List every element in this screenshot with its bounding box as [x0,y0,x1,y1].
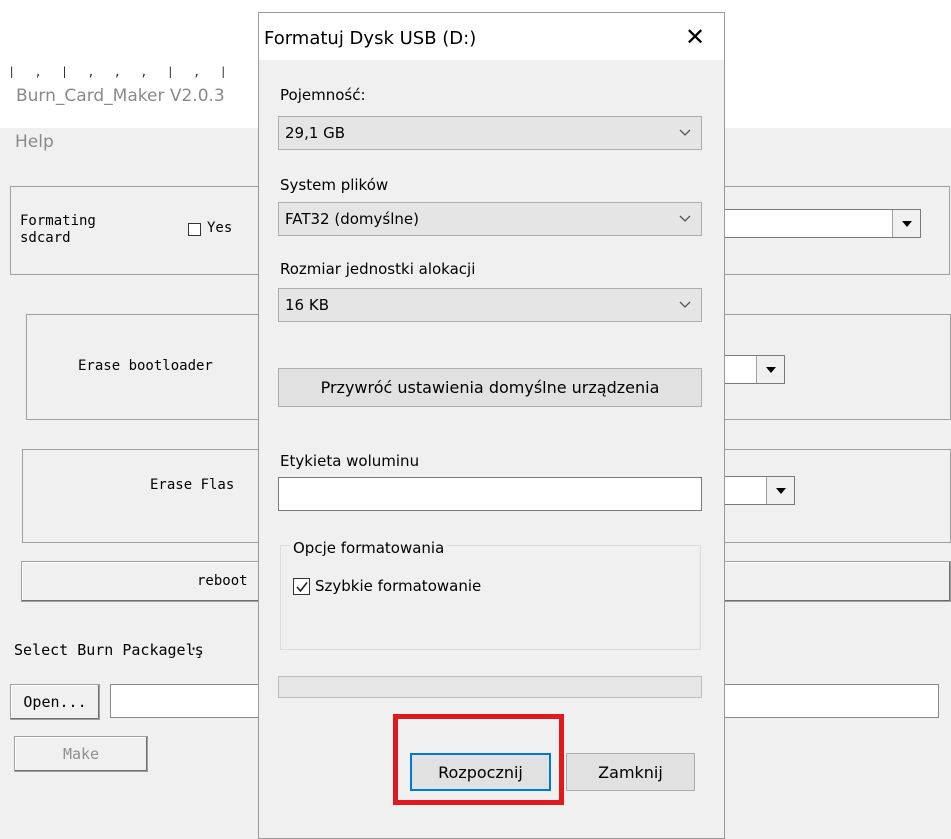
erase-flash-dropdown[interactable] [718,476,795,505]
close-icon[interactable]: ✕ [674,22,716,52]
chevron-down-icon[interactable] [892,210,920,237]
chevron-down-icon [679,129,691,136]
filesystem-value: FAT32 (domyślne) [285,210,419,228]
format-dialog: Formatuj Dysk USB (D:) ✕ Pojemność: 29,1… [258,12,725,839]
format-progress-bar [278,676,702,698]
allocation-value: 16 KB [285,296,329,314]
start-button[interactable]: Rozpocznij [410,753,551,791]
chevron-down-icon [679,215,691,222]
capacity-value: 29,1 GB [285,124,346,142]
close-button[interactable]: Zamknij [566,753,695,791]
chevron-down-icon[interactable] [756,356,784,383]
select-package-label: Select Burn Packageŀş [14,641,204,659]
chevron-down-icon [679,301,691,308]
format-options-legend: Opcje formatowania [290,539,448,557]
allocation-label: Rozmiar jednostki alokacji [280,260,476,278]
chevron-down-icon[interactable] [766,477,794,504]
format-options-group [280,545,701,650]
volume-label-label: Etykieta woluminu [280,452,420,470]
app-title: Burn_Card_Maker V2.0.3 [16,86,225,106]
formating-checkbox[interactable] [188,223,201,236]
make-button[interactable]: Make [14,736,148,772]
quick-format-checkbox[interactable] [293,578,310,595]
capacity-label: Pojemność: [280,86,366,104]
checkmark-icon [295,581,308,592]
formating-label: Formating sdcard [20,213,96,246]
dialog-title: Formatuj Dysk USB (D:) [264,28,477,49]
formating-checkbox-label: Yes [207,220,233,236]
erase-bootloader-label: Erase bootloader [78,358,213,374]
volume-label-input[interactable] [278,477,702,511]
reboot-label: reboot [197,573,248,589]
title-artifact: | , | , , , | , | [8,66,233,78]
open-button[interactable]: Open... [10,684,100,720]
quick-format-label: Szybkie formatowanie [315,577,482,595]
erase-flash-label: Erase Flas [150,477,235,493]
filesystem-select[interactable]: FAT32 (domyślne) [278,202,702,236]
allocation-select[interactable]: 16 KB [278,288,702,322]
capacity-select[interactable]: 29,1 GB [278,116,702,150]
restore-defaults-button[interactable]: Przywróć ustawienia domyślne urządzenia [278,368,702,407]
formating-dropdown[interactable] [718,209,921,238]
erase-bootloader-dropdown[interactable] [718,355,785,384]
filesystem-label: System plików [280,176,389,194]
menu-help[interactable]: Help [15,132,54,152]
